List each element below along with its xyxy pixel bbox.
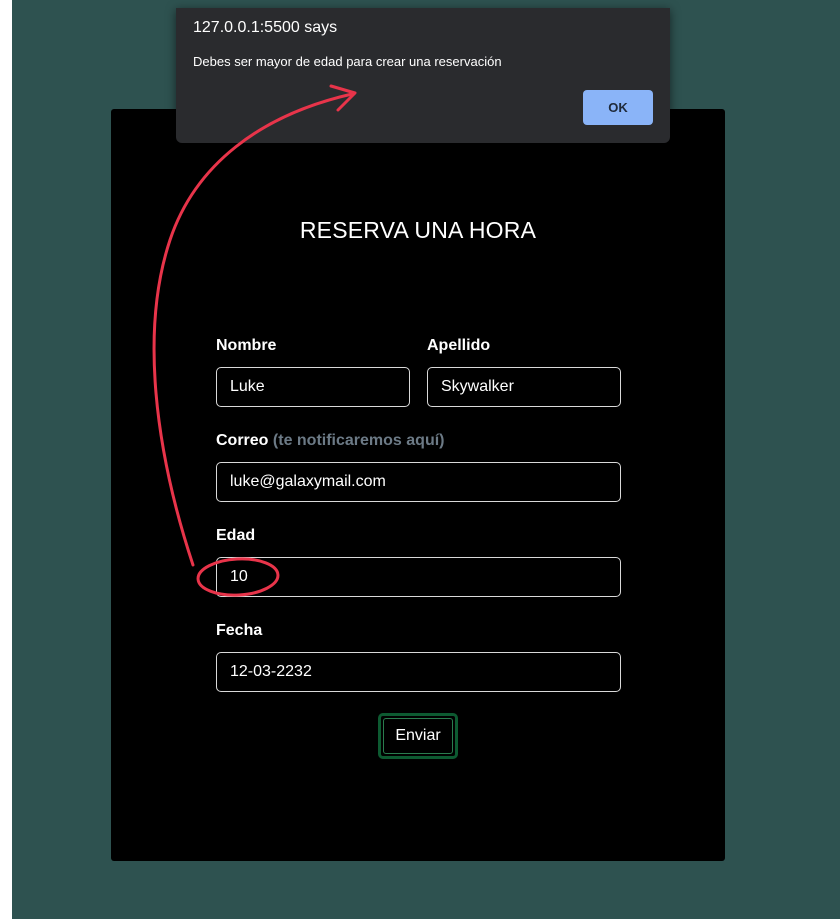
nombre-input[interactable]: Luke (216, 367, 410, 407)
fecha-input[interactable]: 12-03-2232 (216, 652, 621, 692)
correo-label-text: Correo (216, 432, 269, 449)
alert-dialog: 127.0.0.1:5500 says Debes ser mayor de e… (176, 8, 670, 143)
form-title: RESERVA UNA HORA (299, 217, 537, 243)
submit-button[interactable]: Enviar (378, 713, 458, 759)
correo-hint: (te notificaremos aquí) (272, 432, 445, 449)
edad-input[interactable]: 10 (216, 557, 621, 597)
apellido-input[interactable]: Skywalker (427, 367, 621, 407)
dialog-message: Debes ser mayor de edad para crear una r… (193, 54, 502, 69)
dialog-origin: 127.0.0.1:5500 says (193, 19, 338, 36)
submit-button-label[interactable]: Enviar (383, 718, 453, 754)
nombre-label: Nombre (216, 337, 277, 354)
fecha-label: Fecha (216, 622, 263, 639)
apellido-label: Apellido (427, 337, 491, 354)
edad-label: Edad (216, 527, 256, 544)
dialog-ok-button[interactable]: OK (583, 90, 653, 125)
correo-input[interactable]: luke@galaxymail.com (216, 462, 621, 502)
correo-label: Correo (te notificaremos aquí) (216, 432, 444, 450)
